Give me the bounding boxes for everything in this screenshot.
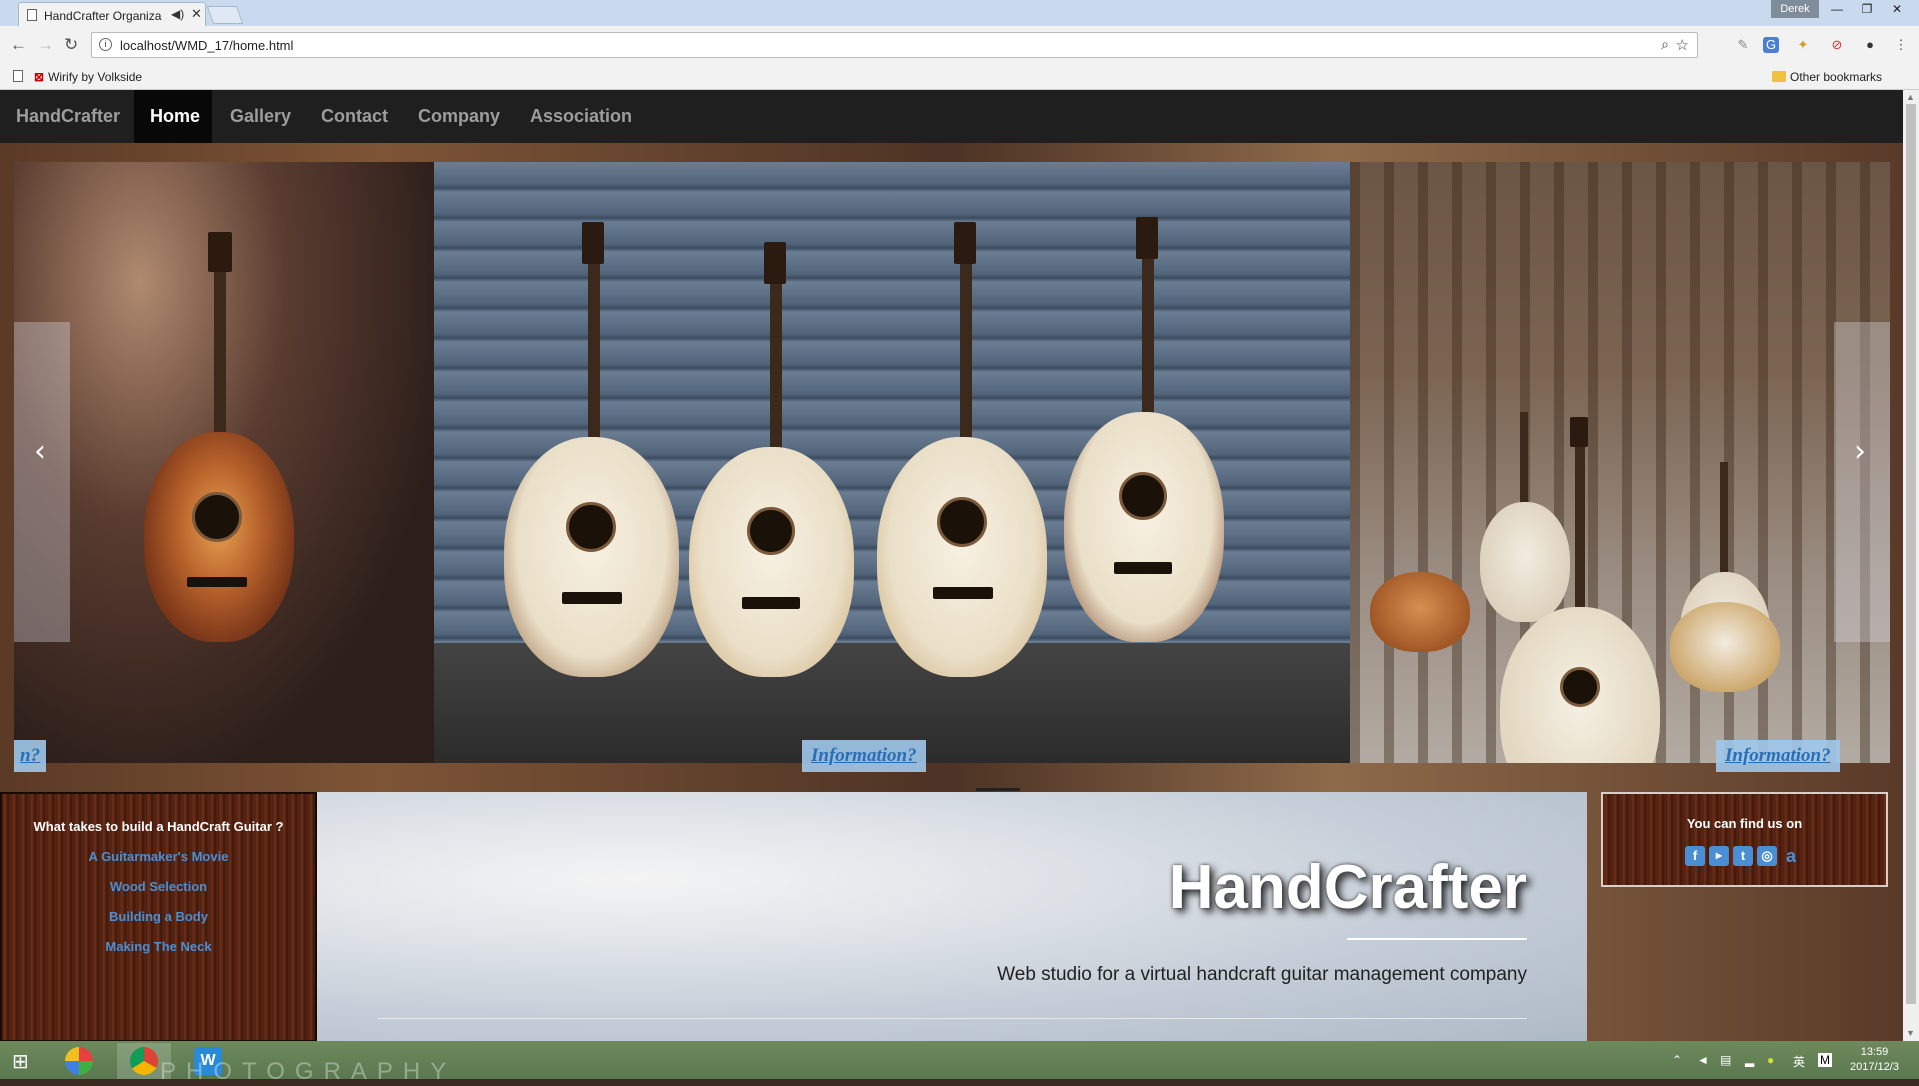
windows-taskbar: ⊞ W PHOTOGRAPHY ⌃ ◄ ▤ ▂ ● 英 M 13:59 2017…: [0, 1041, 1919, 1085]
social-title: You can find us on: [1686, 816, 1803, 831]
tray-status-icon[interactable]: ●: [1767, 1053, 1774, 1067]
network-icon[interactable]: ▤: [1720, 1053, 1731, 1067]
hero-bottom-divider: [377, 1018, 1527, 1019]
nav-association[interactable]: Association: [530, 106, 632, 127]
taskbar-clock[interactable]: 13:59 2017/12/3: [1850, 1045, 1899, 1075]
block-extension-icon[interactable]: ⊘: [1829, 37, 1845, 53]
other-bookmarks[interactable]: Other bookmarks: [1790, 70, 1882, 84]
carousel-slide-left[interactable]: [14, 162, 434, 763]
guitar-carousel: ‹ ›: [14, 162, 1890, 763]
puzzle-extension-icon[interactable]: ✦: [1795, 37, 1811, 53]
input-method-icon[interactable]: M: [1818, 1053, 1832, 1067]
carousel-edge-right: [1834, 322, 1890, 642]
wallpaper-watermark: PHOTOGRAPHY: [160, 1058, 457, 1085]
page-scrollbar[interactable]: ▲ ▼: [1903, 90, 1919, 1041]
minimize-icon[interactable]: —: [1822, 2, 1852, 20]
clock-time: 13:59: [1860, 1046, 1889, 1058]
translate-extension-icon[interactable]: G: [1763, 37, 1779, 53]
carousel-slide-right[interactable]: [1350, 162, 1890, 763]
bookmark-wirify[interactable]: ⊠ Wirify by Volkside: [34, 70, 142, 84]
reload-icon[interactable]: ↻: [64, 35, 78, 55]
hero-title: HandCrafter: [1168, 853, 1527, 922]
folder-icon: [1772, 71, 1786, 82]
facebook-icon[interactable]: f: [1685, 846, 1705, 866]
twitter-icon[interactable]: t: [1733, 846, 1753, 866]
bookmark-star-icon[interactable]: ☆: [1676, 36, 1689, 54]
signal-icon[interactable]: ▂: [1745, 1053, 1754, 1067]
bookmark-label: Wirify by Volkside: [48, 70, 143, 84]
carousel-slide-center[interactable]: [434, 162, 1350, 763]
hero-divider: [1347, 938, 1527, 940]
browser-tab-bar: HandCrafter Organiza ◀) ✕ Derek — ❐ ✕: [0, 0, 1919, 26]
scroll-up-icon[interactable]: ▲: [1906, 92, 1915, 102]
zoom-icon[interactable]: ⌕: [1661, 36, 1669, 53]
url-text: localhost/WMD_17/home.html: [120, 38, 294, 53]
page-icon: [27, 9, 37, 21]
nav-gallery[interactable]: Gallery: [230, 106, 291, 127]
link-making-neck[interactable]: Making The Neck: [2, 939, 315, 954]
hero-banner: HandCrafter Web studio for a virtual han…: [317, 792, 1587, 1041]
close-tab-icon[interactable]: ✕: [191, 6, 202, 22]
browser-toolbar: ← → ↻ i localhost/WMD_17/home.html ⌕ ☆ ✎…: [0, 26, 1919, 64]
incognito-extension-icon[interactable]: ●: [1862, 37, 1878, 53]
chrome-icon: [130, 1047, 158, 1075]
youtube-icon[interactable]: ▶: [1709, 846, 1729, 866]
info-icon[interactable]: i: [99, 38, 112, 51]
carousel-next-icon[interactable]: ›: [1854, 434, 1866, 469]
page-content: HandCrafter Home Gallery Contact Company…: [0, 90, 1903, 1041]
link-wood-selection[interactable]: Wood Selection: [2, 879, 315, 894]
new-tab-button[interactable]: [206, 6, 244, 24]
hero-tagline: Web studio for a virtual handcraft guita…: [997, 964, 1527, 985]
windows-start-icon[interactable]: ⊞: [12, 1049, 29, 1074]
nav-contact[interactable]: Contact: [321, 106, 388, 127]
carousel-edge-left: [14, 322, 70, 642]
clock-date: 2017/12/3: [1850, 1061, 1899, 1073]
carousel-prev-icon[interactable]: ‹: [34, 434, 46, 469]
page-icon: [13, 70, 23, 82]
browser-tab[interactable]: HandCrafter Organiza ◀) ✕: [18, 2, 206, 26]
volume-icon[interactable]: ◄: [1697, 1053, 1709, 1067]
taskbar-photos[interactable]: [52, 1043, 106, 1079]
nav-brand[interactable]: HandCrafter: [16, 106, 120, 127]
site-navbar: HandCrafter Home Gallery Contact Company…: [0, 90, 1903, 143]
tray-chevron-icon[interactable]: ⌃: [1672, 1053, 1682, 1067]
address-bar[interactable]: i localhost/WMD_17/home.html ⌕ ☆: [91, 32, 1698, 58]
photos-icon: [65, 1047, 93, 1075]
user-profile-button[interactable]: Derek: [1771, 0, 1819, 18]
pen-extension-icon[interactable]: ✎: [1735, 37, 1751, 53]
link-building-body[interactable]: Building a Body: [2, 909, 315, 924]
guitar-build-panel: What takes to build a HandCraft Guitar ?…: [0, 792, 317, 1041]
ime-icon[interactable]: 英: [1793, 1053, 1805, 1070]
scroll-down-icon[interactable]: ▼: [1906, 1028, 1915, 1038]
back-icon[interactable]: ←: [10, 35, 27, 55]
close-window-icon[interactable]: ✕: [1882, 2, 1912, 20]
nav-home[interactable]: Home: [150, 106, 200, 127]
amazon-icon[interactable]: a: [1781, 846, 1801, 866]
info-button-center[interactable]: Information?: [802, 740, 926, 772]
nav-company[interactable]: Company: [418, 106, 500, 127]
restore-icon[interactable]: ❐: [1852, 2, 1882, 20]
panel-title: What takes to build a HandCraft Guitar ?: [33, 819, 284, 834]
tab-title: HandCrafter Organiza: [44, 9, 162, 23]
forward-icon[interactable]: →: [37, 35, 54, 55]
carousel-indicator[interactable]: [976, 788, 1020, 791]
menu-icon[interactable]: ⋮: [1893, 37, 1909, 53]
info-button-partial[interactable]: n?: [14, 740, 47, 772]
bookmarks-bar: ⊠ Wirify by Volkside Other bookmarks: [0, 64, 1919, 90]
scroll-thumb[interactable]: [1906, 104, 1916, 1004]
info-button-right[interactable]: Information?: [1716, 740, 1840, 772]
audio-icon[interactable]: ◀): [171, 7, 184, 21]
social-panel: You can find us on f ▶ t ◎ a: [1601, 792, 1888, 887]
instagram-icon[interactable]: ◎: [1757, 846, 1777, 866]
link-guitarmaker-movie[interactable]: A Guitarmaker's Movie: [2, 849, 315, 864]
